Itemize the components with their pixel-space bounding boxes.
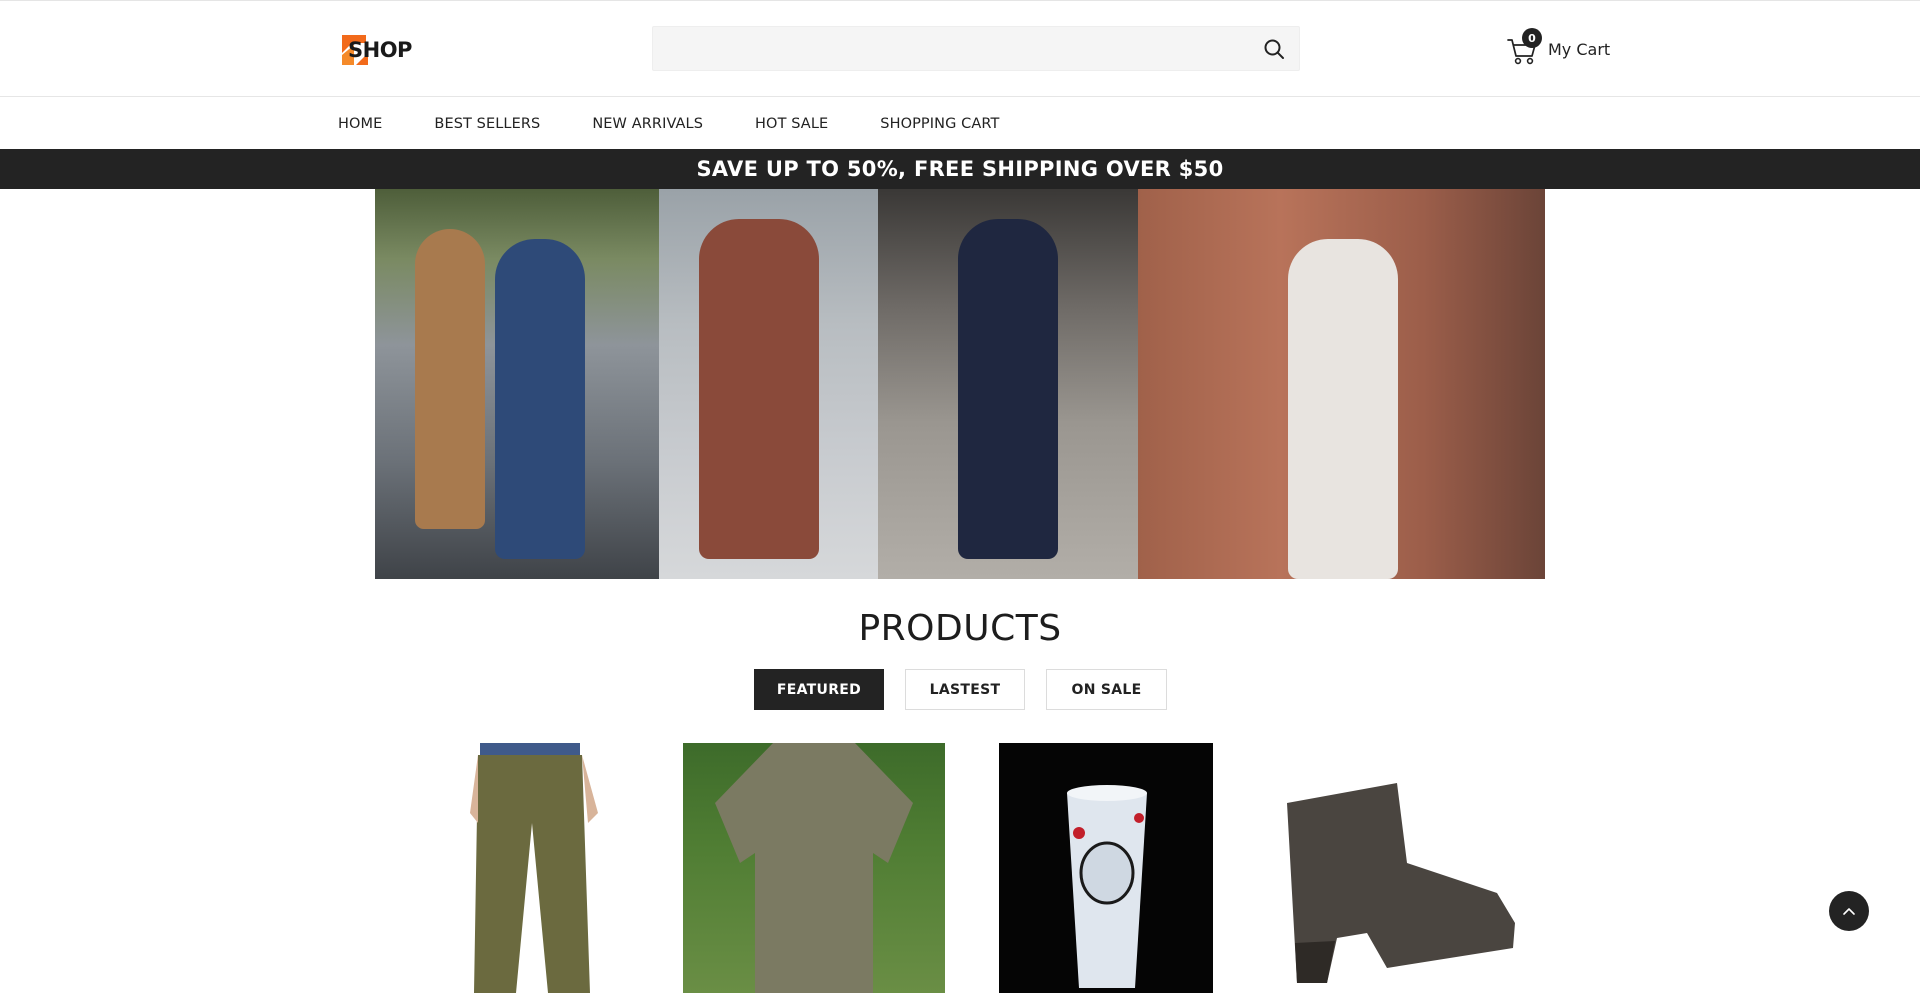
product-card-pants[interactable]: [420, 743, 644, 993]
product-image-pants: [470, 743, 598, 993]
chevron-up-icon: [1843, 908, 1855, 915]
nav-item-hot-sale[interactable]: HOT SALE: [755, 116, 828, 132]
product-image-boot: [1287, 783, 1515, 983]
nav-item-best-sellers[interactable]: BEST SELLERS: [434, 116, 540, 132]
cart-count-badge: 0: [1522, 28, 1542, 48]
site-header: SHOP 0 My Cart: [0, 1, 1920, 97]
back-to-top-button[interactable]: [1829, 891, 1869, 931]
logo-text: SHOP: [348, 38, 412, 62]
product-card-boot[interactable]: [1267, 743, 1527, 993]
hero-photo-street-duo: [375, 189, 659, 579]
tab-latest[interactable]: LASTEST: [905, 669, 1025, 710]
cart-icon-wrap: 0: [1506, 28, 1542, 66]
hero-figure: [699, 219, 819, 559]
nav-item-new-arrivals[interactable]: NEW ARRIVALS: [592, 116, 703, 132]
products-title: PRODUCTS: [858, 608, 1062, 649]
search-input[interactable]: [653, 27, 1243, 70]
cart-label: My Cart: [1548, 39, 1611, 59]
shop-logo[interactable]: SHOP: [340, 33, 412, 67]
cart-button[interactable]: 0 My Cart: [1506, 28, 1611, 67]
hero-figure: [495, 239, 585, 559]
hero-figure: [415, 229, 485, 529]
promo-banner: SAVE UP TO 50%, FREE SHIPPING OVER $50: [0, 149, 1920, 189]
hero-photo-plaid-skirt: [1138, 189, 1545, 579]
search-icon[interactable]: [1263, 38, 1285, 60]
nav-item-home[interactable]: HOME: [338, 116, 382, 132]
hero-figure: [958, 219, 1058, 559]
hero-banner[interactable]: [375, 189, 1545, 579]
product-card-cup[interactable]: [999, 743, 1213, 993]
tab-featured[interactable]: FEATURED: [754, 669, 884, 710]
hero-photo-striped-tee: [878, 189, 1138, 579]
search-bar: [652, 26, 1300, 71]
promo-text: SAVE UP TO 50%, FREE SHIPPING OVER $50: [696, 157, 1224, 181]
product-card-tshirt[interactable]: [683, 743, 945, 993]
nav-item-shopping-cart[interactable]: SHOPPING CART: [880, 116, 999, 132]
product-tabs: FEATURED LASTEST ON SALE: [754, 669, 1188, 710]
tab-on-sale[interactable]: ON SALE: [1046, 669, 1167, 710]
product-image-tshirt: [715, 743, 913, 993]
main-nav: HOME BEST SELLERS NEW ARRIVALS HOT SALE …: [0, 98, 1920, 149]
hero-figure: [1288, 239, 1398, 579]
hero-photo-plaid-poncho: [659, 189, 878, 579]
product-image-cup: [1067, 785, 1147, 988]
